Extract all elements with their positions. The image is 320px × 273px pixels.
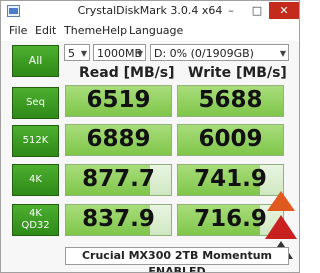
4k-read-value: 877.7 xyxy=(82,166,155,192)
drive-select[interactable]: D: 0% (0/1909GB) ▼ xyxy=(150,44,289,61)
seq-write-value: 5688 xyxy=(198,87,263,113)
close-button[interactable]: ✕ xyxy=(269,2,299,19)
all-button[interactable]: All xyxy=(12,45,59,77)
512k-read-value: 6889 xyxy=(86,126,151,152)
maximize-button[interactable]: □ xyxy=(245,2,269,19)
512k-write-result: 6009 xyxy=(177,124,284,156)
title-bar[interactable]: CrystalDiskMark 3.0.4 x64 – □ ✕ xyxy=(1,1,299,21)
4k-read-result: 877.7 xyxy=(65,164,172,196)
menu-language[interactable]: Language xyxy=(129,24,183,37)
seq-read-result: 6519 xyxy=(65,85,172,117)
menu-theme[interactable]: Theme xyxy=(64,24,102,37)
menu-help[interactable]: Help xyxy=(102,24,127,37)
test-size-value: 1000MB xyxy=(97,47,143,60)
seq-read-value: 6519 xyxy=(86,87,151,113)
write-header: Write [MB/s] xyxy=(188,65,287,81)
chevron-down-icon: ▼ xyxy=(136,49,143,58)
menu-file[interactable]: File xyxy=(9,24,27,37)
512k-button[interactable]: 512K xyxy=(12,125,59,157)
chevron-down-icon: ▼ xyxy=(80,49,87,58)
drive-comment[interactable]: Crucial MX300 2TB Momentum ENABLED xyxy=(65,247,289,272)
chevron-down-icon: ▼ xyxy=(279,49,286,58)
minimize-button[interactable]: – xyxy=(219,2,243,19)
menu-edit[interactable]: Edit xyxy=(35,24,56,37)
seq-button[interactable]: Seq xyxy=(12,87,59,119)
4k-qd32-read-result: 837.9 xyxy=(65,204,172,236)
4k-qd32-button[interactable]: 4K QD32 xyxy=(12,204,59,236)
read-header: Read [MB/s] xyxy=(79,65,175,81)
seq-write-result: 5688 xyxy=(177,85,284,117)
4k-qd32-read-value: 837.9 xyxy=(82,206,155,232)
test-size-select[interactable]: 1000MB ▼ xyxy=(93,44,146,61)
4k-button[interactable]: 4K xyxy=(12,164,59,196)
drive-value: D: 0% (0/1909GB) xyxy=(154,47,254,60)
app-window: CrystalDiskMark 3.0.4 x64 – □ ✕ File Edi… xyxy=(0,0,300,273)
512k-read-result: 6889 xyxy=(65,124,172,156)
test-count-value: 5 xyxy=(68,47,75,60)
512k-write-value: 6009 xyxy=(198,126,263,152)
4k-qd32-label-line1: 4K xyxy=(29,208,42,219)
menu-bar: File Edit Theme Help Language xyxy=(1,21,299,41)
4k-qd32-label-line2: QD32 xyxy=(21,220,50,231)
test-count-select[interactable]: 5 ▼ xyxy=(64,44,90,61)
